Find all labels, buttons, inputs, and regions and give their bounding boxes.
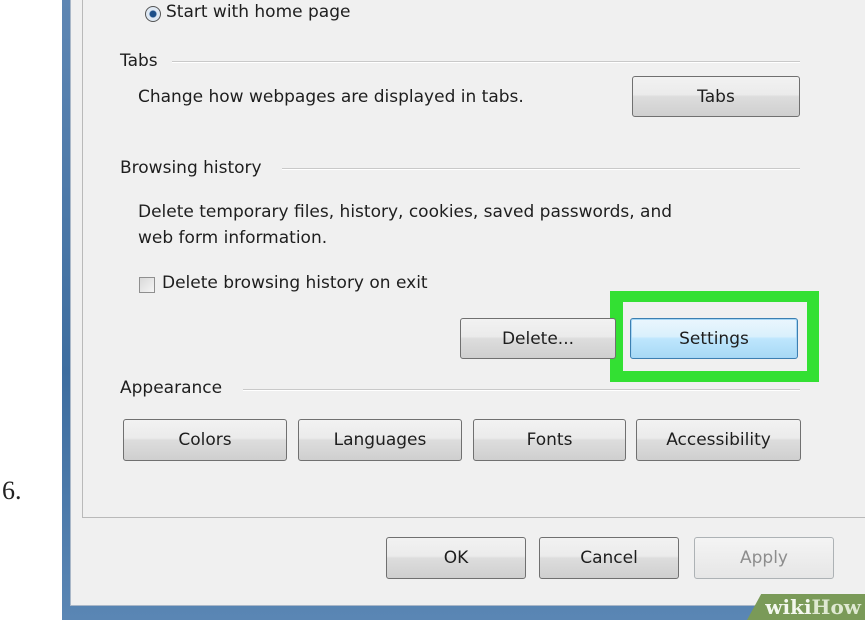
accessibility-button[interactable]: Accessibility [636, 419, 801, 461]
colors-button[interactable]: Colors [123, 419, 287, 461]
watermark-how: How [811, 595, 861, 619]
browsing-history-description-line2: web form information. [138, 228, 328, 248]
delete-button[interactable]: Delete... [460, 318, 616, 359]
step-number: 6. [2, 476, 22, 505]
delete-history-on-exit-label: Delete browsing history on exit [162, 273, 428, 293]
appearance-divider [243, 389, 800, 391]
settings-button[interactable]: Settings [630, 318, 798, 359]
tabs-group-divider [172, 61, 800, 63]
browsing-history-title: Browsing history [120, 158, 262, 178]
start-with-home-page-label: Start with home page [166, 2, 351, 22]
ok-button[interactable]: OK [386, 537, 526, 579]
browsing-history-description-line1: Delete temporary files, history, cookies… [138, 202, 673, 222]
tabs-group-title: Tabs [120, 51, 158, 71]
fonts-button[interactable]: Fonts [473, 419, 626, 461]
watermark-wiki: wiki [765, 595, 812, 619]
appearance-title: Appearance [120, 378, 223, 398]
cancel-button[interactable]: Cancel [539, 537, 679, 579]
browsing-history-divider [282, 168, 800, 170]
start-with-home-page-radio[interactable] [145, 6, 161, 22]
apply-button[interactable]: Apply [694, 537, 834, 579]
delete-history-on-exit-checkbox[interactable] [139, 277, 155, 293]
languages-button[interactable]: Languages [298, 419, 462, 461]
tabs-button[interactable]: Tabs [632, 76, 800, 117]
tabs-description: Change how webpages are displayed in tab… [138, 87, 524, 107]
wikihow-watermark: wiki How [747, 594, 865, 620]
